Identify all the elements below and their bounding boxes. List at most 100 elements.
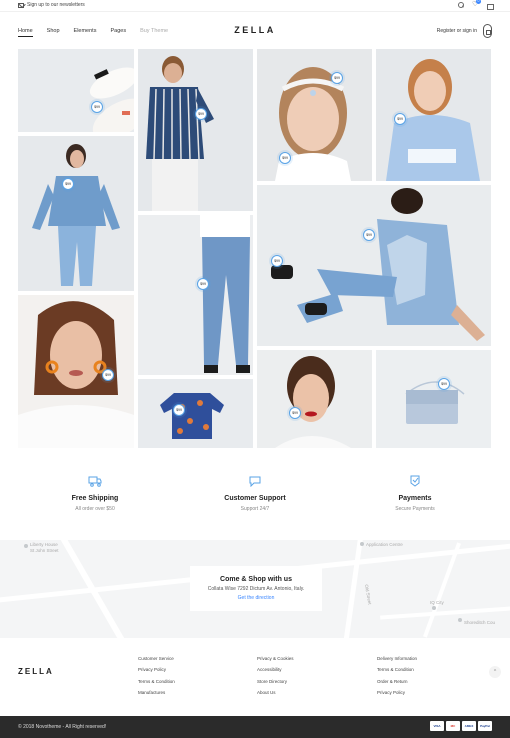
product-hotspot[interactable]: $99 (102, 369, 114, 381)
product-hotspot[interactable]: $99 (438, 378, 450, 390)
footer: ZELLA Customer Service Privacy Policy Te… (0, 638, 510, 716)
seated-denim-model-image (271, 188, 485, 341)
product-hotspot[interactable]: $99 (62, 178, 74, 190)
product-hotspot[interactable]: $99 (279, 152, 291, 164)
denim-model-image (32, 144, 120, 286)
top-icons: ♡ 0 (458, 0, 494, 10)
map-street-label: Shoreditch Cou (464, 620, 496, 625)
copyright-text: © 2018 Novotheme - All Right reserved! (18, 724, 107, 730)
red-lips-model-image (275, 356, 351, 448)
product-hotspot[interactable]: $99 (173, 404, 185, 416)
footer-link[interactable]: Store Directory (257, 679, 294, 685)
footer-link[interactable]: Privacy Policy (138, 667, 175, 673)
paypal-icon: PayPal (478, 721, 492, 731)
store-card-title: Come & Shop with us (220, 576, 292, 583)
map-marker (24, 544, 28, 548)
footer-link[interactable]: Manufactures (138, 690, 175, 696)
map-street-label: Application Centre (366, 542, 403, 547)
crown-girl-image (275, 67, 351, 181)
shopping-bag-icon[interactable] (486, 2, 494, 10)
handbag-image (405, 381, 465, 424)
wishlist-icon[interactable]: ♡ 0 (472, 0, 481, 8)
sneakers-image (89, 67, 134, 132)
product-hotspot[interactable]: $99 (91, 101, 103, 113)
map-road (380, 604, 510, 620)
envelope-icon (18, 2, 24, 8)
lookbook-tile-bag[interactable]: $99 (376, 350, 491, 448)
chat-icon (249, 476, 261, 488)
account-area: Register or sign in (437, 24, 492, 38)
lookbook-tile-striped-shirt[interactable]: $99 (138, 49, 253, 211)
footer-link[interactable]: Delivery Information (377, 656, 417, 662)
product-hotspot[interactable]: $99 (195, 108, 207, 120)
footer-column-3: Delivery Information Terms & Condition O… (377, 656, 417, 696)
directions-link[interactable]: Get the direction (190, 595, 322, 601)
amex-icon: AMEX (462, 721, 476, 731)
product-hotspot[interactable]: $99 (197, 278, 209, 290)
cart-icon[interactable] (483, 24, 492, 38)
lookbook-tile-crown-girl[interactable]: $99 $99 (257, 49, 372, 181)
map-road (340, 540, 365, 638)
map-street-label: Liberty House (30, 542, 58, 547)
product-hotspot[interactable]: $99 (363, 229, 375, 241)
top-bar: Sign up to our newsletters ♡ 0 (0, 0, 510, 12)
store-map[interactable]: Liberty House St John Street Application… (0, 540, 510, 638)
footer-link[interactable]: Terms & Condition (377, 667, 417, 673)
features-row: Free Shipping All order over $50 Custome… (0, 470, 510, 540)
truck-icon (88, 476, 102, 487)
payment-methods: VISA MC AMEX PayPal (430, 721, 492, 731)
mastercard-icon: MC (446, 721, 460, 731)
feature-subtitle: All order over $50 (75, 506, 115, 512)
product-hotspot[interactable]: $99 (271, 255, 283, 267)
footer-link[interactable]: Accessibility (257, 667, 294, 673)
footer-link[interactable]: Customer Service (138, 656, 175, 662)
footer-column-1: Customer Service Privacy Policy Terms & … (138, 656, 175, 696)
map-street-label: St John Street (30, 548, 59, 553)
product-hotspot[interactable]: $99 (394, 113, 406, 125)
store-info-card: Come & Shop with us Collata Wise 7292 Di… (190, 566, 322, 611)
map-street-label: IQ City (430, 600, 444, 605)
feature-title: Customer Support (224, 495, 286, 502)
lookbook-tile-sneakers[interactable]: $99 (18, 49, 134, 132)
shield-icon (410, 475, 420, 487)
lookbook-tile-seated-denim[interactable]: $99 $99 (257, 185, 491, 346)
feature-title: Free Shipping (71, 495, 119, 502)
footer-link[interactable]: About Us (257, 690, 294, 696)
header: Home Shop Elements Pages Buy Theme ZELLA… (0, 12, 510, 48)
footer-link[interactable]: Privacy Policy (377, 690, 417, 696)
lookbook-tile-red-lips-girl[interactable]: $99 (257, 350, 372, 448)
footer-logo[interactable]: ZELLA (18, 667, 54, 676)
feature-free-shipping: Free Shipping All order over $50 (15, 470, 175, 512)
feature-customer-support: Customer Support Support 24/7 (175, 470, 335, 512)
search-icon[interactable] (458, 2, 464, 8)
wishlist-count-badge: 0 (476, 0, 481, 4)
footer-link[interactable]: Terms & Condition (138, 679, 175, 685)
lookbook-tile-hoodie-girl[interactable]: $99 (376, 49, 491, 181)
site-logo[interactable]: ZELLA (0, 25, 510, 35)
lookbook-tile-denim-girl[interactable]: $99 (18, 136, 134, 291)
back-to-top-icon[interactable]: ^ (489, 666, 501, 678)
feature-subtitle: Secure Payments (395, 506, 435, 512)
bottom-bar: © 2018 Novotheme - All Right reserved! V… (0, 716, 510, 738)
footer-link[interactable]: Order & Return (377, 679, 417, 685)
newsletter-label: Sign up to our newsletters (27, 2, 85, 8)
store-address: Collata Wise 7292 Dictum Av. Antonio, It… (207, 586, 305, 592)
striped-shirt-model-image (146, 56, 214, 211)
register-signin-link[interactable]: Register or sign in (437, 28, 477, 34)
map-marker (458, 618, 462, 622)
earrings-model-image (18, 301, 134, 448)
jeans-image (200, 215, 250, 373)
lookbook-tile-printed-shirt[interactable]: $99 (138, 379, 253, 448)
feature-title: Payments (398, 495, 432, 502)
product-hotspot[interactable]: $99 (331, 72, 343, 84)
feature-subtitle: Support 24/7 (240, 506, 270, 512)
lookbook-tile-jeans[interactable]: $99 (138, 215, 253, 375)
newsletter-link[interactable]: Sign up to our newsletters (18, 2, 85, 8)
visa-icon: VISA (430, 721, 444, 731)
feature-payments: Payments Secure Payments (335, 470, 495, 512)
map-street-label: Old Street (363, 584, 373, 605)
footer-link[interactable]: Privacy & Cookies (257, 656, 294, 662)
product-hotspot[interactable]: $99 (289, 407, 301, 419)
hoodie-model-image (386, 59, 480, 181)
lookbook-tile-earrings-girl[interactable]: $99 (18, 295, 134, 448)
